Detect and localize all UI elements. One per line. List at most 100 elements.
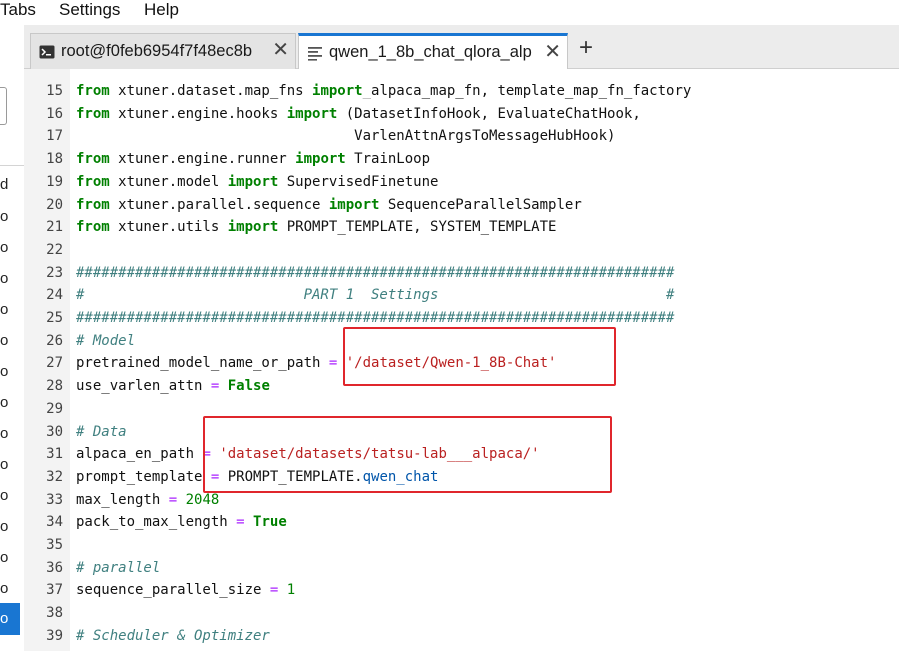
line-number: 18 <box>46 151 63 168</box>
line-number: 16 <box>46 105 63 122</box>
file-item[interactable]: o <box>0 208 8 226</box>
code-text: # Scheduler & Optimizer <box>76 625 270 648</box>
menu-bar: Tabs Settings Help <box>0 0 899 25</box>
file-item[interactable]: o <box>0 487 8 505</box>
code-token: True <box>253 514 287 531</box>
code-token: VarlenAttnArgsToMessageHubHook) <box>76 128 616 145</box>
code-token: SequenceParallelSampler <box>379 196 582 213</box>
code-token: pack_to_max_length <box>76 514 237 531</box>
code-token: from <box>76 219 110 236</box>
code-token: ########################################… <box>76 310 675 326</box>
line-number: 19 <box>46 173 63 190</box>
code-text: pack_to_max_length = True <box>76 511 287 534</box>
code-text: # Data <box>76 421 127 444</box>
code-token: = <box>236 514 245 531</box>
code-text: sequence_parallel_size = 1 <box>76 579 295 602</box>
code-line-partial: _ <box>24 69 371 99</box>
code-text: max_length = 2048 <box>76 489 219 512</box>
add-tab-button[interactable]: + <box>572 33 600 65</box>
file-item[interactable]: o <box>0 549 8 567</box>
line-number: 20 <box>46 196 63 213</box>
line-number: 22 <box>46 241 63 258</box>
code-token: from <box>76 105 110 122</box>
line-number: 35 <box>46 537 63 553</box>
file-browser-panel: d o o o o o o o o o o o o o o <box>0 25 24 651</box>
code-editor[interactable]: _ 15 from xtuner.dataset.map_fns import a… <box>24 69 899 651</box>
close-icon[interactable]: ✕ <box>272 40 289 60</box>
code-token: import <box>227 219 279 236</box>
code-token: (DatasetInfoHook, EvaluateChatHook, <box>337 105 641 122</box>
file-browser-header-fragment: d <box>0 176 9 193</box>
file-item[interactable]: o <box>0 580 8 598</box>
code-token: sequence_parallel_size <box>76 582 270 599</box>
code-token: 1 <box>286 582 296 599</box>
code-token: SupervisedFinetune <box>278 173 439 190</box>
file-item[interactable]: o <box>0 270 8 288</box>
code-token: # parallel <box>76 559 161 576</box>
code-text: # parallel <box>76 557 160 580</box>
line-number: 30 <box>46 423 63 440</box>
code-token: 2048 <box>185 491 220 508</box>
line-number: 36 <box>46 559 63 576</box>
code-token: max_length <box>76 491 169 508</box>
code-text: from xtuner.engine.runner import TrainLo… <box>76 148 430 171</box>
file-item[interactable]: o <box>0 332 8 350</box>
line-number: 21 <box>46 219 63 236</box>
code-token: xtuner.utils <box>109 219 228 236</box>
code-token: ########################################… <box>76 264 675 281</box>
code-token: from <box>76 173 110 190</box>
code-token: use_varlen_attn <box>76 378 211 395</box>
file-item[interactable]: o <box>0 518 8 536</box>
code-text: ########################################… <box>76 262 674 285</box>
code-text: # Model <box>76 330 135 353</box>
line-number: 38 <box>46 605 63 622</box>
line-number: 34 <box>46 514 63 531</box>
code-token: xtuner.engine.hooks <box>109 105 287 122</box>
code-token: TrainLoop <box>345 151 431 168</box>
file-item[interactable]: o <box>0 456 8 474</box>
code-token: pretrained_model_name_or_path <box>76 355 329 372</box>
code-token: import <box>295 151 346 168</box>
code-token: alpaca_en_path <box>76 446 203 463</box>
code-token: xtuner.dataset.map_fns <box>109 83 313 99</box>
code-token: xtuner.engine.runner <box>109 151 296 168</box>
code-text: from xtuner.parallel.sequence import Seq… <box>76 194 582 217</box>
search-box-edge[interactable] <box>0 87 7 125</box>
file-item[interactable]: o <box>0 239 8 257</box>
line-number: 15 <box>46 83 63 99</box>
line-number: 17 <box>46 128 63 145</box>
file-item-selected[interactable]: o <box>0 603 20 635</box>
file-item[interactable]: o <box>0 425 8 443</box>
code-text: VarlenAttnArgsToMessageHubHook) <box>76 125 615 148</box>
code-token: # Model <box>76 332 136 349</box>
menu-help[interactable]: Help <box>144 0 179 20</box>
code-token: = <box>168 491 178 508</box>
file-item[interactable]: o <box>0 394 8 412</box>
tab-label: qwen_1_8b_chat_qlora_alp <box>329 43 532 61</box>
code-text: use_varlen_attn = False <box>76 375 270 398</box>
code-token: import <box>312 83 363 99</box>
line-number: 28 <box>46 378 63 395</box>
tab-terminal[interactable]: root@f0feb6954f7f48ec8b ✕ <box>30 33 296 69</box>
file-item[interactable]: o <box>0 363 8 381</box>
highlight-box <box>343 327 616 386</box>
line-number: 39 <box>46 627 63 644</box>
code-token: # Data <box>76 423 127 440</box>
code-token: from <box>76 83 110 99</box>
file-item-selected-label: o <box>0 610 9 627</box>
menu-settings[interactable]: Settings <box>59 0 120 20</box>
code-text: from xtuner.model import SupervisedFinet… <box>76 171 438 194</box>
line-number: 29 <box>46 400 63 417</box>
file-item[interactable]: o <box>0 301 8 319</box>
code-text: from xtuner.engine.hooks import (Dataset… <box>76 103 641 126</box>
line-number: 23 <box>46 264 63 281</box>
close-icon[interactable]: ✕ <box>544 42 561 62</box>
highlight-box <box>203 416 612 493</box>
code-text: # PART 1 Settings # <box>76 284 674 307</box>
tab-editor[interactable]: qwen_1_8b_chat_qlora_alp ✕ <box>298 33 568 69</box>
menu-tabs[interactable]: Tabs <box>0 0 36 20</box>
